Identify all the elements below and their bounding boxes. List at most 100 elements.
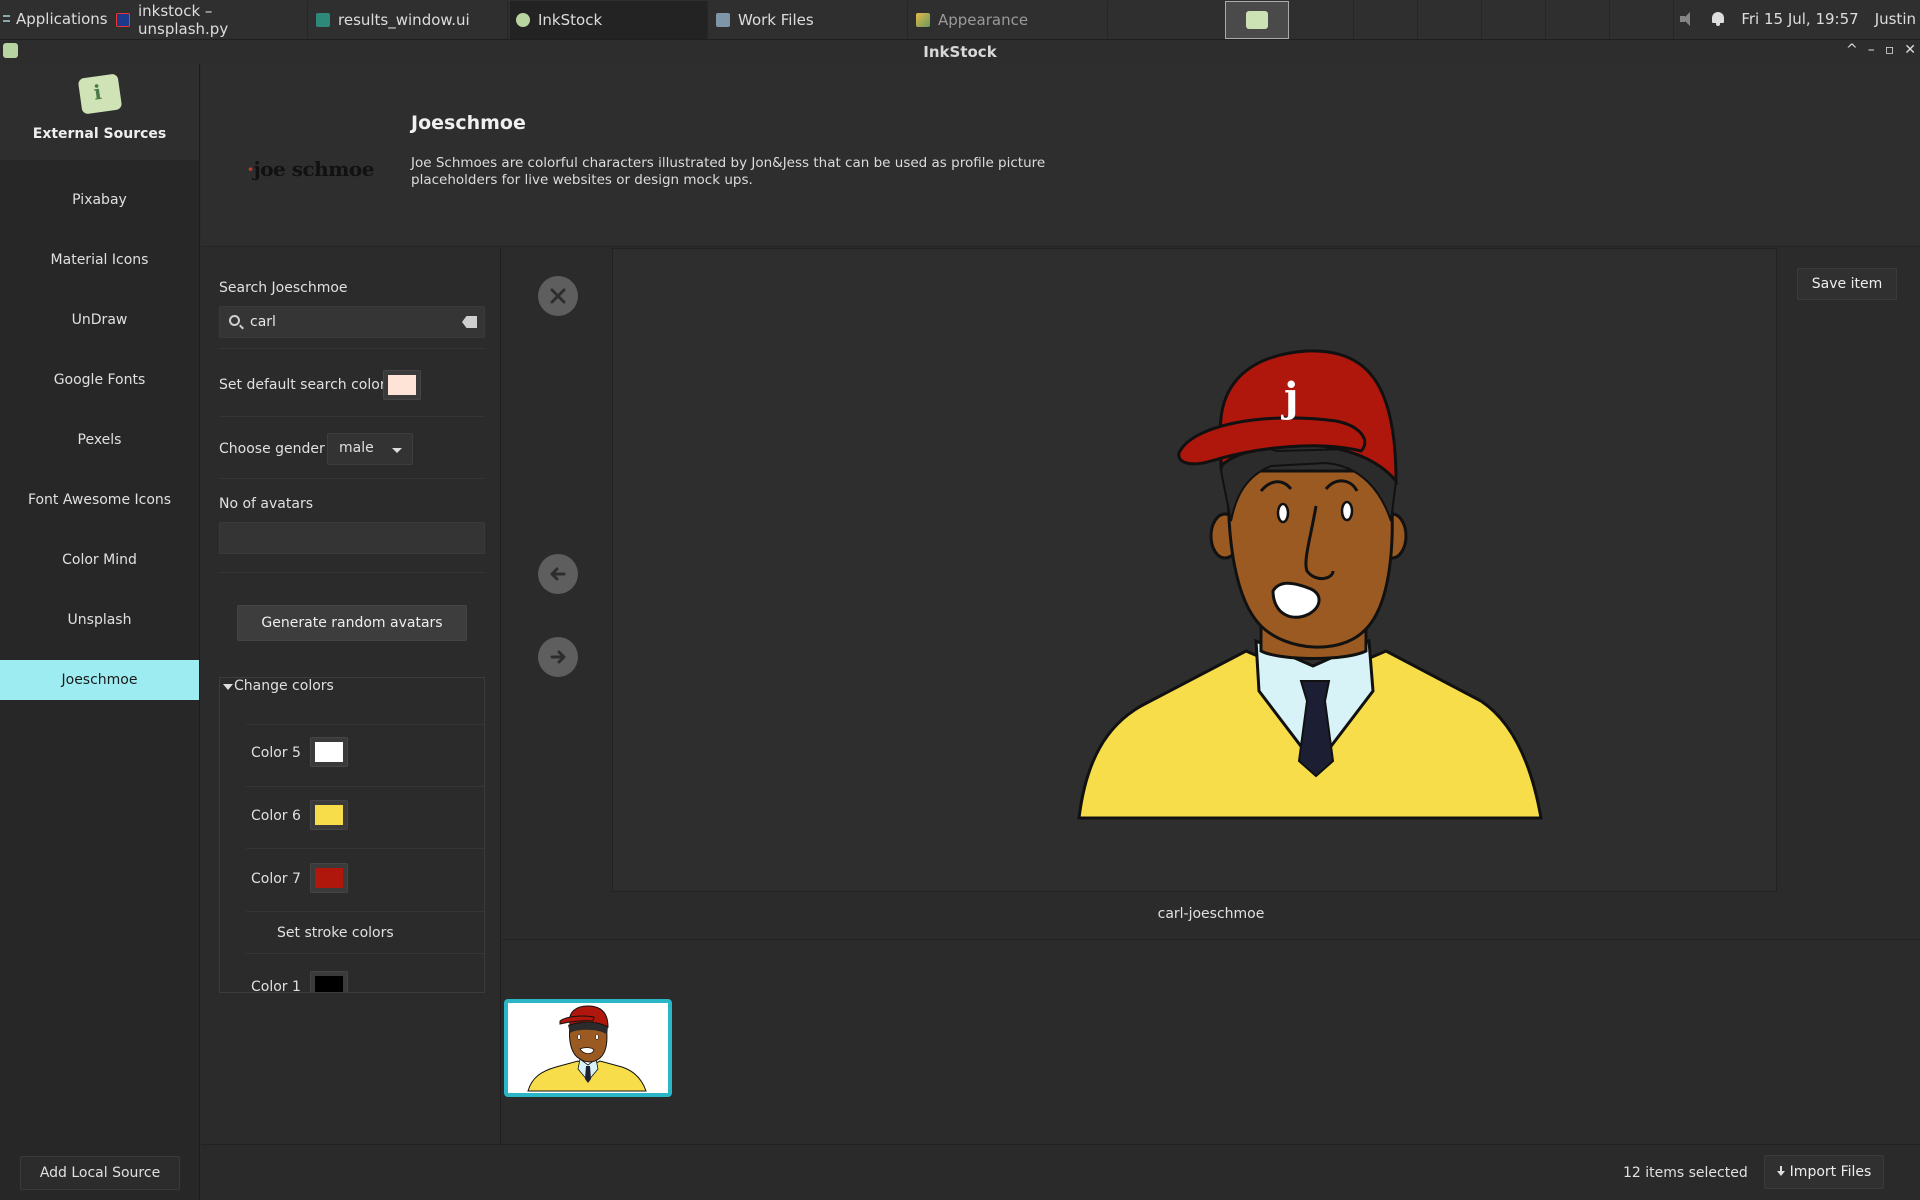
workspace-window-thumb [1246,11,1268,29]
color-6-label: Color 6 [251,808,301,824]
change-colors-expander: Change colors Color 5 Color 6 Color 7 Se… [219,677,485,993]
inkstock-icon [516,13,530,27]
taskbar-item-inkstock[interactable]: InkStock [510,1,708,39]
divider [246,724,484,725]
divider [246,911,484,912]
gender-select[interactable]: male [327,433,413,465]
color-5-button[interactable] [310,737,348,767]
default-color-swatch [388,375,416,395]
import-files-button[interactable]: Import Files [1764,1155,1884,1189]
generate-random-avatars-button[interactable]: Generate random avatars [237,605,467,641]
add-local-source-button[interactable]: Add Local Source [20,1156,180,1190]
divider [219,478,485,479]
color-7-button[interactable] [310,863,348,893]
pycharm-icon [116,13,130,27]
divider [246,786,484,787]
sidebar-item-pixabay[interactable]: Pixabay [0,170,199,230]
sidebar-item-joeschmoe[interactable]: Joeschmoe [0,660,199,700]
avatars-count-label: No of avatars [219,496,313,512]
notification-bell-icon[interactable] [1711,11,1725,27]
glade-icon [316,13,330,27]
maximize-button[interactable]: ▫ [1885,42,1895,58]
close-preview-button[interactable] [538,276,578,316]
workspace-4[interactable] [1418,1,1482,39]
right-eye-shape [1340,500,1354,522]
minimize-button[interactable]: – [1868,42,1875,58]
clock[interactable]: Fri 15 Jul, 19:57 [1741,10,1858,28]
search-input[interactable] [250,312,450,332]
default-color-label: Set default search color [219,377,386,393]
user-menu[interactable]: Justin [1875,10,1916,28]
result-thumbnail[interactable] [504,999,672,1097]
workspace-5[interactable] [1482,1,1546,39]
chevron-down-icon [392,448,402,453]
stroke-color-1-button[interactable] [310,971,348,992]
import-files-label: Import Files [1789,1164,1872,1180]
workspace-2[interactable] [1290,1,1354,39]
divider [219,572,485,573]
volume-icon[interactable] [1679,12,1695,26]
sidebar-item-pexels[interactable]: Pexels [0,410,199,470]
shade-button[interactable]: ^ [1846,42,1858,58]
joeschmoe-logo: ·joe schmoe [247,157,374,181]
change-colors-toggle[interactable]: Change colors [220,678,484,698]
source-description: Joe Schmoes are colorful characters illu… [411,155,1046,188]
color-6-swatch [315,805,343,825]
change-colors-label: Change colors [234,678,334,694]
sources-sidebar: External Sources Pixabay Material Icons … [0,64,200,1200]
divider [246,953,484,954]
color-5-label: Color 5 [251,745,301,761]
taskbar-item-label: results_window.ui [338,11,470,29]
clear-search-icon[interactable] [462,316,477,328]
search-form-panel: Search Joeschmoe Set default search colo… [201,248,501,1144]
color-6-button[interactable] [310,800,348,830]
workspace-1[interactable] [1225,1,1289,39]
search-icon [229,315,240,326]
gender-label: Choose gender [219,441,325,457]
taskbar-item-pycharm[interactable]: inkstock – unsplash.py [110,1,308,39]
results-grid [502,941,1920,1144]
taskbar-item-work-files[interactable]: Work Files [710,1,908,39]
applications-label: Applications [16,10,108,28]
taskbar-item-results-window[interactable]: results_window.ui [310,1,508,39]
sidebar-item-color-mind[interactable]: Color Mind [0,530,199,590]
default-color-button[interactable] [383,370,421,400]
applications-menu[interactable]: Applications [2,0,108,38]
search-label: Search Joeschmoe [219,280,348,296]
sidebar-item-undraw[interactable]: UnDraw [0,290,199,350]
sidebar-item-unsplash[interactable]: Unsplash [0,590,199,650]
workspace-3[interactable] [1354,1,1418,39]
avatars-count-input[interactable] [219,522,485,554]
appearance-icon [916,13,930,27]
avatar-illustration: j [1077,349,1543,820]
search-field[interactable] [219,306,485,338]
sidebar-item-font-awesome-icons[interactable]: Font Awesome Icons [0,470,199,530]
divider [246,848,484,849]
face-shape [1227,469,1394,649]
expander-arrow-icon [223,684,233,690]
save-item-button[interactable]: Save item [1797,268,1897,300]
window-titlebar[interactable]: InkStock ^ – ▫ ✕ [0,40,1920,64]
workspace-7[interactable] [1610,1,1674,39]
inkstock-logo-icon [77,73,122,115]
avatar-preview-canvas: j [612,248,1777,892]
stroke-color-1-swatch [315,976,343,992]
taskbar-item-label: Appearance [938,11,1029,29]
gender-value: male [339,440,374,456]
taskbar-item-label: Work Files [738,11,814,29]
sidebar-item-google-fonts[interactable]: Google Fonts [0,350,199,410]
cap-letter-j: j [1281,374,1298,421]
previous-item-button[interactable] [538,554,578,594]
source-header: ·joe schmoe Joeschmoe Joe Schmoes are co… [201,64,1920,247]
workspace-6[interactable] [1546,1,1610,39]
close-button[interactable]: ✕ [1904,42,1916,58]
sidebar-header: External Sources [0,64,199,160]
avatar-thumbnail-image [527,1005,647,1092]
sidebar-item-material-icons[interactable]: Material Icons [0,230,199,290]
selection-count: 12 items selected [1623,1165,1748,1181]
preview-panel: j carl-joeschmoe Save item [502,248,1920,940]
taskbar-item-appearance[interactable]: Appearance [910,1,1108,39]
next-item-button[interactable] [538,637,578,677]
stroke-color-1-label: Color 1 [251,979,301,993]
applications-menu-icon [2,12,12,26]
